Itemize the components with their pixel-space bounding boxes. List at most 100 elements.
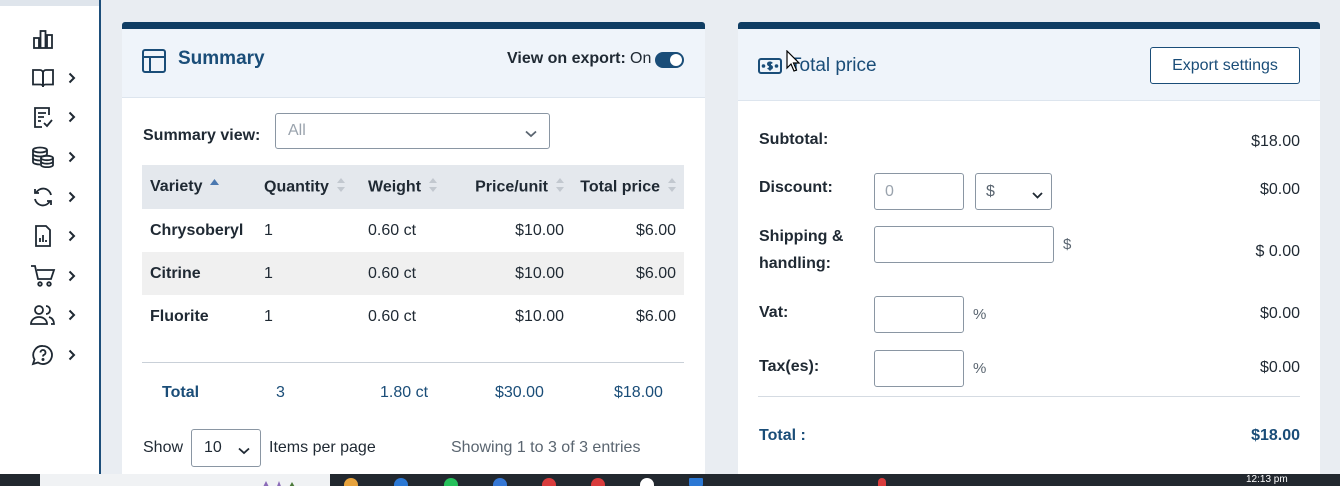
book-open-icon [30, 65, 56, 91]
show-label: Show [143, 439, 184, 456]
chevron-right-icon [68, 110, 78, 124]
users-icon [30, 302, 56, 328]
discount-value: $0.00 [1259, 181, 1300, 198]
sidebar-item-orders[interactable] [30, 102, 86, 132]
summary-view-select[interactable]: All [275, 113, 550, 149]
view-on-export-label: View on export: [507, 50, 626, 67]
column-header-weight[interactable]: Weight [360, 165, 457, 209]
items-per-page-select[interactable]: 10 [191, 429, 261, 467]
cell-weight: 0.60 ct [368, 221, 417, 239]
chevron-down-icon [1032, 186, 1043, 204]
mouse-cursor-icon [786, 49, 801, 72]
table-row: Chrysoberyl 1 0.60 ct $10.00 $6.00 [142, 209, 684, 252]
sidebar-item-reports[interactable] [30, 221, 86, 251]
grand-total-label: Total : [759, 427, 806, 444]
sidebar-item-cart[interactable] [30, 261, 86, 291]
view-on-export-toggle[interactable] [655, 52, 684, 68]
whatsapp-icon[interactable] [444, 478, 458, 486]
summary-title: Summary [178, 48, 265, 69]
totals-quantity: 3 [276, 384, 285, 401]
taxes-input[interactable] [874, 350, 964, 387]
shipping-label: Shipping & [759, 228, 844, 245]
taskbar-search-box[interactable] [40, 474, 330, 486]
sidebar-item-sync[interactable] [30, 182, 86, 212]
column-header-variety[interactable]: Variety [142, 165, 256, 209]
app-icon[interactable] [640, 478, 654, 486]
discount-label: Discount: [759, 179, 833, 196]
sidebar-top-divider [0, 0, 99, 6]
taskbar-clock: 12:13 pm [1246, 474, 1288, 485]
sort-icon [429, 177, 438, 197]
totals-label: Total [162, 384, 200, 401]
sidebar-item-help[interactable] [30, 340, 86, 370]
subtotal-label: Subtotal: [759, 131, 829, 148]
table-icon [141, 48, 167, 74]
taskbar: 12:13 pm [0, 474, 1340, 486]
export-settings-button[interactable]: Export settings [1150, 47, 1300, 84]
checklist-icon [30, 104, 56, 130]
shipping-label-line2: handling: [759, 255, 831, 272]
shipping-value: $ 0.00 [1255, 243, 1300, 260]
app-icon[interactable] [493, 478, 507, 486]
sidebar [0, 0, 101, 474]
sidebar-item-catalog[interactable] [30, 63, 86, 93]
file-explorer-icon[interactable] [344, 478, 358, 486]
discount-currency-select[interactable]: $ [975, 173, 1052, 210]
cell-total-price: $6.00 [635, 307, 676, 325]
column-header-price-unit[interactable]: Price/unit [457, 165, 572, 209]
sort-icon [556, 177, 564, 197]
app-icon[interactable] [689, 478, 703, 486]
app-icon[interactable] [542, 478, 556, 486]
total-price-header: Total price Export settings [738, 29, 1320, 101]
items-per-page-value: 10 [204, 439, 222, 456]
sidebar-item-dashboard[interactable] [30, 24, 86, 54]
sidebar-item-inventory[interactable] [30, 142, 86, 172]
app-icon[interactable] [878, 478, 886, 486]
discount-input[interactable]: 0 [874, 173, 964, 210]
summary-table-header-row: Variety Quantity Weight Price/unit Total… [142, 165, 684, 209]
sidebar-item-users[interactable] [30, 300, 86, 330]
vat-input[interactable] [874, 296, 964, 333]
vat-value: $0.00 [1259, 305, 1300, 322]
total-price-title: Total price [790, 55, 877, 76]
cell-weight: 0.60 ct [360, 252, 457, 295]
chevron-right-icon [68, 190, 78, 204]
subtotal-value: $18.00 [1251, 133, 1300, 150]
cell-variety: Fluorite [150, 307, 209, 325]
lavender-icon [258, 476, 298, 486]
report-icon [30, 223, 56, 249]
cell-quantity: 1 [264, 221, 273, 239]
summary-table: Variety Quantity Weight Price/unit Total… [142, 165, 684, 338]
vat-label: Vat: [759, 304, 789, 321]
summary-view-label: Summary view: [143, 127, 261, 144]
taxes-value: $0.00 [1259, 359, 1300, 376]
column-header-quantity[interactable]: Quantity [256, 165, 360, 209]
chevron-down-icon [525, 125, 537, 143]
summary-view-value: All [288, 122, 306, 139]
items-per-page-label: Items per page [269, 439, 376, 456]
shopping-cart-icon [30, 263, 56, 289]
edge-icon[interactable] [394, 478, 408, 486]
totals-price-unit: $30.00 [495, 384, 544, 401]
chevron-right-icon [68, 269, 78, 283]
shipping-unit: $ [1063, 236, 1072, 253]
view-on-export-state: On [630, 50, 652, 67]
grand-total-value: $18.00 [1251, 427, 1300, 444]
totals-weight: 1.80 ct [380, 384, 429, 401]
chart-bars-icon [30, 26, 56, 52]
price-divider [758, 396, 1300, 397]
cell-price-unit: $10.00 [457, 252, 572, 295]
total-price-card: Total price Export settings Subtotal: $1… [738, 22, 1320, 474]
shipping-input[interactable] [874, 226, 1054, 263]
taxes-label: Tax(es): [759, 358, 820, 375]
app-icon[interactable] [591, 478, 605, 486]
vat-unit: % [973, 306, 987, 323]
help-icon [30, 342, 56, 368]
chevron-right-icon [68, 150, 78, 164]
cell-weight: 0.60 ct [368, 307, 417, 325]
chevron-right-icon [68, 308, 78, 322]
coins-stack-icon [30, 144, 56, 170]
cell-variety: Chrysoberyl [150, 221, 244, 239]
cell-variety: Citrine [142, 252, 256, 295]
column-header-total-price[interactable]: Total price [572, 165, 684, 209]
